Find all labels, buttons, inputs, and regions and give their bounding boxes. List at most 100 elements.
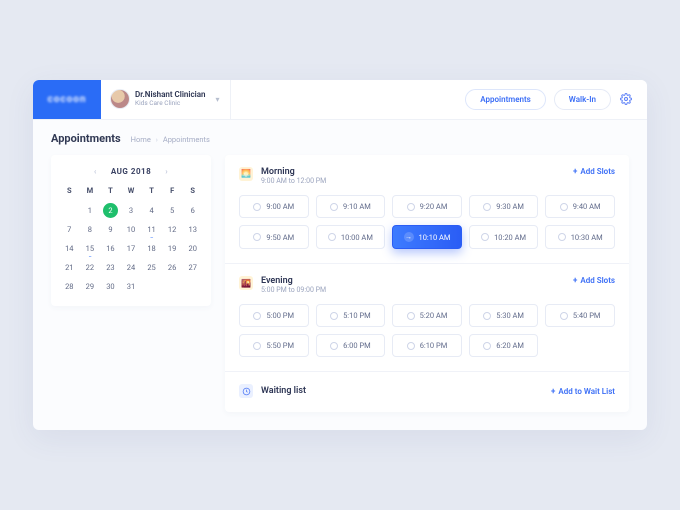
crumb-home[interactable]: Home <box>131 135 151 144</box>
time-slot[interactable]: 6:20 AM <box>469 334 539 357</box>
calendar-day[interactable]: 4 <box>141 203 162 218</box>
waiting-title: Waiting list <box>261 386 306 396</box>
calendar-day[interactable]: 13 <box>182 222 203 237</box>
evening-section: 🌇 Evening 5:00 PM to 09:00 PM + Add Slot… <box>225 264 629 372</box>
time-slot[interactable]: 6:10 PM <box>392 334 462 357</box>
time-slot[interactable]: 9:00 AM <box>239 195 309 218</box>
add-waitlist-button[interactable]: + Add to Wait List <box>551 387 615 396</box>
brand-text: cocoon <box>48 94 87 105</box>
topbar-right: Appointments Walk-In <box>465 89 647 110</box>
calendar-day <box>59 203 80 218</box>
calendar-day[interactable]: 23 <box>100 260 121 275</box>
evening-title: Evening <box>261 276 326 286</box>
time-slot[interactable]: 9:30 AM <box>469 195 539 218</box>
calendar-dow: F <box>162 186 183 199</box>
calendar-day[interactable]: 15 <box>80 241 101 256</box>
time-slot[interactable]: 5:20 AM <box>392 304 462 327</box>
morning-section: 🌅 Morning 9:00 AM to 12:00 PM + Add Slot… <box>225 155 629 264</box>
calendar-day[interactable]: 16 <box>100 241 121 256</box>
time-slot-label: 5:50 PM <box>266 341 294 350</box>
calendar-day[interactable]: 9 <box>100 222 121 237</box>
calendar-day[interactable]: 7 <box>59 222 80 237</box>
sunrise-icon: 🌅 <box>239 167 253 181</box>
app-window: cocoon Dr.Nishant Clinician Kids Care Cl… <box>33 80 647 431</box>
calendar-day[interactable]: 2 <box>103 203 118 218</box>
brand-logo[interactable]: cocoon <box>33 80 101 120</box>
calendar-prev-button[interactable]: ‹ <box>90 165 101 178</box>
morning-range: 9:00 AM to 12:00 PM <box>261 177 326 185</box>
calendar-day[interactable]: 29 <box>80 279 101 294</box>
time-slot[interactable]: →10:10 AM <box>392 225 462 249</box>
morning-slots: 9:00 AM 9:10 AM 9:20 AM 9:30 AM 9:40 AM 9:50 … <box>239 195 615 249</box>
calendar-day[interactable]: 3 <box>121 203 142 218</box>
calendar-day[interactable]: 27 <box>182 260 203 275</box>
arrow-right-icon: → <box>404 232 414 242</box>
add-evening-slots-button[interactable]: + Add Slots <box>573 276 615 285</box>
time-slot[interactable]: 5:10 PM <box>316 304 386 327</box>
time-slot[interactable]: 5:30 AM <box>469 304 539 327</box>
calendar-day[interactable]: 20 <box>182 241 203 256</box>
sub-header: Appointments Home › Appointments <box>33 120 647 155</box>
calendar-day[interactable]: 30 <box>100 279 121 294</box>
time-slot-label: 5:00 PM <box>266 311 294 320</box>
calendar-day[interactable]: 14 <box>59 241 80 256</box>
morning-title: Morning <box>261 167 326 177</box>
time-slot[interactable]: 10:30 AM <box>545 225 615 249</box>
crumb-sep: › <box>156 135 158 144</box>
avatar <box>111 90 129 108</box>
calendar-grid: SMTWTFS123456789101112131415161718192021… <box>59 186 203 294</box>
radio-icon <box>253 312 261 320</box>
time-slot[interactable]: 9:10 AM <box>316 195 386 218</box>
calendar-day <box>141 279 162 294</box>
morning-header: 🌅 Morning 9:00 AM to 12:00 PM + Add Slot… <box>239 167 615 185</box>
calendar-day[interactable]: 6 <box>182 203 203 218</box>
time-slot[interactable]: 9:40 AM <box>545 195 615 218</box>
calendar-day[interactable]: 31 <box>121 279 142 294</box>
time-slot[interactable]: 9:50 AM <box>239 225 309 249</box>
calendar-day[interactable]: 17 <box>121 241 142 256</box>
plus-icon: + <box>573 276 577 285</box>
time-slot[interactable]: 5:40 PM <box>545 304 615 327</box>
calendar-day[interactable]: 26 <box>162 260 183 275</box>
calendar-day <box>162 279 183 294</box>
calendar-day[interactable]: 24 <box>121 260 142 275</box>
calendar-day[interactable]: 10 <box>121 222 142 237</box>
calendar-day[interactable]: 22 <box>80 260 101 275</box>
calendar-day[interactable]: 5 <box>162 203 183 218</box>
gear-icon[interactable] <box>619 92 633 106</box>
time-slot[interactable]: 5:50 PM <box>239 334 309 357</box>
user-chip[interactable]: Dr.Nishant Clinician Kids Care Clinic ▾ <box>101 80 231 120</box>
radio-icon <box>483 203 491 211</box>
calendar-day[interactable]: 28 <box>59 279 80 294</box>
calendar-day[interactable]: 25 <box>141 260 162 275</box>
add-morning-slots-button[interactable]: + Add Slots <box>573 167 615 176</box>
add-morning-label: Add Slots <box>580 167 615 176</box>
calendar-day[interactable]: 12 <box>162 222 183 237</box>
calendar-next-button[interactable]: › <box>161 165 172 178</box>
time-slot[interactable]: 9:20 AM <box>392 195 462 218</box>
radio-icon <box>328 233 336 241</box>
radio-icon <box>407 203 415 211</box>
plus-icon: + <box>551 387 555 396</box>
calendar-day[interactable]: 18 <box>141 241 162 256</box>
radio-icon <box>483 342 491 350</box>
calendar-day[interactable]: 11 <box>141 222 162 237</box>
calendar-day[interactable]: 19 <box>162 241 183 256</box>
calendar-day[interactable]: 1 <box>80 203 101 218</box>
nav-walkin-button[interactable]: Walk-In <box>554 89 611 110</box>
radio-icon <box>330 312 338 320</box>
nav-appointments-button[interactable]: Appointments <box>465 89 546 110</box>
calendar-day[interactable]: 8 <box>80 222 101 237</box>
radio-icon <box>253 203 261 211</box>
evening-header: 🌇 Evening 5:00 PM to 09:00 PM + Add Slot… <box>239 276 615 294</box>
time-slot-label: 5:20 AM <box>420 311 448 320</box>
time-slot-label: 10:00 AM <box>341 233 373 242</box>
time-slot[interactable]: 5:00 PM <box>239 304 309 327</box>
time-slot[interactable]: 10:00 AM <box>316 225 386 249</box>
time-slot-label: 9:20 AM <box>420 202 448 211</box>
page-title: Appointments <box>51 132 121 145</box>
time-slot[interactable]: 6:00 PM <box>316 334 386 357</box>
time-slot[interactable]: 10:20 AM <box>469 225 539 249</box>
calendar-day[interactable]: 21 <box>59 260 80 275</box>
time-slot-label: 9:00 AM <box>266 202 294 211</box>
